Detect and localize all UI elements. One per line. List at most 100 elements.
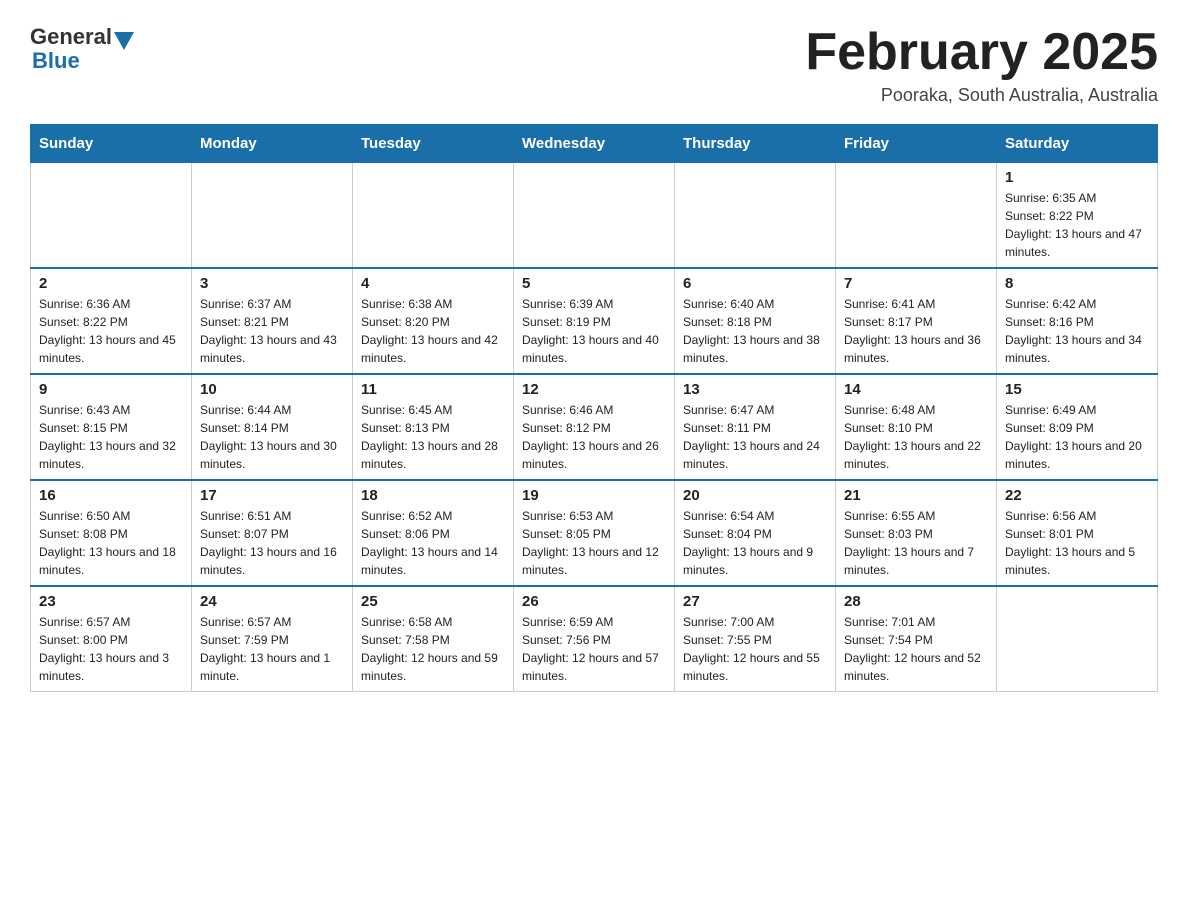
sun-info: Sunrise: 6:55 AM Sunset: 8:03 PM Dayligh…: [844, 507, 988, 579]
day-number: 5: [522, 275, 666, 292]
sun-info: Sunrise: 6:39 AM Sunset: 8:19 PM Dayligh…: [522, 295, 666, 367]
sun-info: Sunrise: 6:59 AM Sunset: 7:56 PM Dayligh…: [522, 613, 666, 685]
calendar-cell: 4Sunrise: 6:38 AM Sunset: 8:20 PM Daylig…: [353, 268, 514, 374]
sun-info: Sunrise: 6:43 AM Sunset: 8:15 PM Dayligh…: [39, 401, 183, 473]
sun-info: Sunrise: 7:00 AM Sunset: 7:55 PM Dayligh…: [683, 613, 827, 685]
calendar-cell: 2Sunrise: 6:36 AM Sunset: 8:22 PM Daylig…: [31, 268, 192, 374]
day-number: 16: [39, 487, 183, 504]
calendar-cell: 10 Sunrise: 6:44 AM Sunset: 8:14 PM Dayli…: [192, 374, 353, 480]
calendar-cell: 25Sunrise: 6:58 AM Sunset: 7:58 PM Dayli…: [353, 586, 514, 692]
calendar-cell: [192, 163, 353, 269]
col-header-sunday: Sunday: [31, 125, 192, 163]
logo: General Blue: [30, 24, 136, 74]
day-number: 28: [844, 593, 988, 610]
col-header-saturday: Saturday: [997, 125, 1158, 163]
page-title: February 2025: [805, 24, 1158, 81]
calendar-header-row: SundayMondayTuesdayWednesdayThursdayFrid…: [31, 125, 1158, 163]
calendar-cell: 3 Sunrise: 6:37 AM Sunset: 8:21 PM Daylig…: [192, 268, 353, 374]
sun-info: Sunrise: 6:56 AM Sunset: 8:01 PM Dayligh…: [1005, 507, 1149, 579]
calendar-cell: [675, 163, 836, 269]
col-header-tuesday: Tuesday: [353, 125, 514, 163]
calendar-cell: 8 Sunrise: 6:42 AM Sunset: 8:16 PM Daylig…: [997, 268, 1158, 374]
day-number: 2: [39, 275, 183, 292]
calendar-cell: 11Sunrise: 6:45 AM Sunset: 8:13 PM Dayli…: [353, 374, 514, 480]
day-number: 9: [39, 381, 183, 398]
day-number: 15: [1005, 381, 1149, 398]
calendar-cell: 27 Sunrise: 7:00 AM Sunset: 7:55 PM Dayli…: [675, 586, 836, 692]
calendar-cell: 9 Sunrise: 6:43 AM Sunset: 8:15 PM Daylig…: [31, 374, 192, 480]
page-subtitle: Pooraka, South Australia, Australia: [805, 85, 1158, 106]
day-number: 27: [683, 593, 827, 610]
logo-blue-text: Blue: [30, 48, 80, 74]
logo-general-text: General: [30, 24, 112, 50]
day-number: 10: [200, 381, 344, 398]
calendar-cell: 7 Sunrise: 6:41 AM Sunset: 8:17 PM Daylig…: [836, 268, 997, 374]
sun-info: Sunrise: 6:51 AM Sunset: 8:07 PM Dayligh…: [200, 507, 344, 579]
day-number: 11: [361, 381, 505, 398]
day-number: 21: [844, 487, 988, 504]
day-number: 12: [522, 381, 666, 398]
col-header-wednesday: Wednesday: [514, 125, 675, 163]
sun-info: Sunrise: 6:41 AM Sunset: 8:17 PM Dayligh…: [844, 295, 988, 367]
sun-info: Sunrise: 6:49 AM Sunset: 8:09 PM Dayligh…: [1005, 401, 1149, 473]
col-header-friday: Friday: [836, 125, 997, 163]
calendar-cell: 21 Sunrise: 6:55 AM Sunset: 8:03 PM Dayli…: [836, 480, 997, 586]
calendar-cell: [514, 163, 675, 269]
day-number: 17: [200, 487, 344, 504]
calendar-cell: 22 Sunrise: 6:56 AM Sunset: 8:01 PM Dayli…: [997, 480, 1158, 586]
calendar-cell: 6 Sunrise: 6:40 AM Sunset: 8:18 PM Daylig…: [675, 268, 836, 374]
calendar-table: SundayMondayTuesdayWednesdayThursdayFrid…: [30, 124, 1158, 692]
day-number: 8: [1005, 275, 1149, 292]
day-number: 14: [844, 381, 988, 398]
sun-info: Sunrise: 6:44 AM Sunset: 8:14 PM Dayligh…: [200, 401, 344, 473]
sun-info: Sunrise: 6:54 AM Sunset: 8:04 PM Dayligh…: [683, 507, 827, 579]
sun-info: Sunrise: 6:58 AM Sunset: 7:58 PM Dayligh…: [361, 613, 505, 685]
calendar-cell: 18Sunrise: 6:52 AM Sunset: 8:06 PM Dayli…: [353, 480, 514, 586]
day-number: 13: [683, 381, 827, 398]
day-number: 1: [1005, 169, 1149, 186]
calendar-week-row: 9 Sunrise: 6:43 AM Sunset: 8:15 PM Daylig…: [31, 374, 1158, 480]
calendar-cell: 24Sunrise: 6:57 AM Sunset: 7:59 PM Dayli…: [192, 586, 353, 692]
calendar-week-row: 2Sunrise: 6:36 AM Sunset: 8:22 PM Daylig…: [31, 268, 1158, 374]
calendar-cell: 13 Sunrise: 6:47 AM Sunset: 8:11 PM Dayli…: [675, 374, 836, 480]
calendar-week-row: 16Sunrise: 6:50 AM Sunset: 8:08 PM Dayli…: [31, 480, 1158, 586]
sun-info: Sunrise: 6:48 AM Sunset: 8:10 PM Dayligh…: [844, 401, 988, 473]
sun-info: Sunrise: 6:40 AM Sunset: 8:18 PM Dayligh…: [683, 295, 827, 367]
sun-info: Sunrise: 6:57 AM Sunset: 8:00 PM Dayligh…: [39, 613, 183, 685]
day-number: 7: [844, 275, 988, 292]
calendar-cell: 19Sunrise: 6:53 AM Sunset: 8:05 PM Dayli…: [514, 480, 675, 586]
sun-info: Sunrise: 7:01 AM Sunset: 7:54 PM Dayligh…: [844, 613, 988, 685]
calendar-cell: [997, 586, 1158, 692]
calendar-cell: [31, 163, 192, 269]
sun-info: Sunrise: 6:42 AM Sunset: 8:16 PM Dayligh…: [1005, 295, 1149, 367]
calendar-cell: 1 Sunrise: 6:35 AM Sunset: 8:22 PM Daylig…: [997, 163, 1158, 269]
sun-info: Sunrise: 6:35 AM Sunset: 8:22 PM Dayligh…: [1005, 189, 1149, 261]
calendar-cell: [353, 163, 514, 269]
col-header-monday: Monday: [192, 125, 353, 163]
title-block: February 2025 Pooraka, South Australia, …: [805, 24, 1158, 106]
sun-info: Sunrise: 6:52 AM Sunset: 8:06 PM Dayligh…: [361, 507, 505, 579]
day-number: 6: [683, 275, 827, 292]
col-header-thursday: Thursday: [675, 125, 836, 163]
day-number: 23: [39, 593, 183, 610]
logo-triangle-icon: [114, 32, 134, 50]
sun-info: Sunrise: 6:46 AM Sunset: 8:12 PM Dayligh…: [522, 401, 666, 473]
day-number: 24: [200, 593, 344, 610]
sun-info: Sunrise: 6:37 AM Sunset: 8:21 PM Dayligh…: [200, 295, 344, 367]
day-number: 3: [200, 275, 344, 292]
calendar-cell: 5 Sunrise: 6:39 AM Sunset: 8:19 PM Daylig…: [514, 268, 675, 374]
day-number: 22: [1005, 487, 1149, 504]
calendar-week-row: 23 Sunrise: 6:57 AM Sunset: 8:00 PM Dayli…: [31, 586, 1158, 692]
calendar-cell: 23 Sunrise: 6:57 AM Sunset: 8:00 PM Dayli…: [31, 586, 192, 692]
calendar-week-row: 1 Sunrise: 6:35 AM Sunset: 8:22 PM Daylig…: [31, 163, 1158, 269]
calendar-cell: 16Sunrise: 6:50 AM Sunset: 8:08 PM Dayli…: [31, 480, 192, 586]
page-header: General Blue February 2025 Pooraka, Sout…: [30, 24, 1158, 106]
sun-info: Sunrise: 6:47 AM Sunset: 8:11 PM Dayligh…: [683, 401, 827, 473]
calendar-cell: 26Sunrise: 6:59 AM Sunset: 7:56 PM Dayli…: [514, 586, 675, 692]
calendar-cell: 12 Sunrise: 6:46 AM Sunset: 8:12 PM Dayli…: [514, 374, 675, 480]
calendar-cell: 14 Sunrise: 6:48 AM Sunset: 8:10 PM Dayli…: [836, 374, 997, 480]
day-number: 4: [361, 275, 505, 292]
calendar-cell: [836, 163, 997, 269]
calendar-cell: 15 Sunrise: 6:49 AM Sunset: 8:09 PM Dayli…: [997, 374, 1158, 480]
calendar-cell: 17 Sunrise: 6:51 AM Sunset: 8:07 PM Dayli…: [192, 480, 353, 586]
